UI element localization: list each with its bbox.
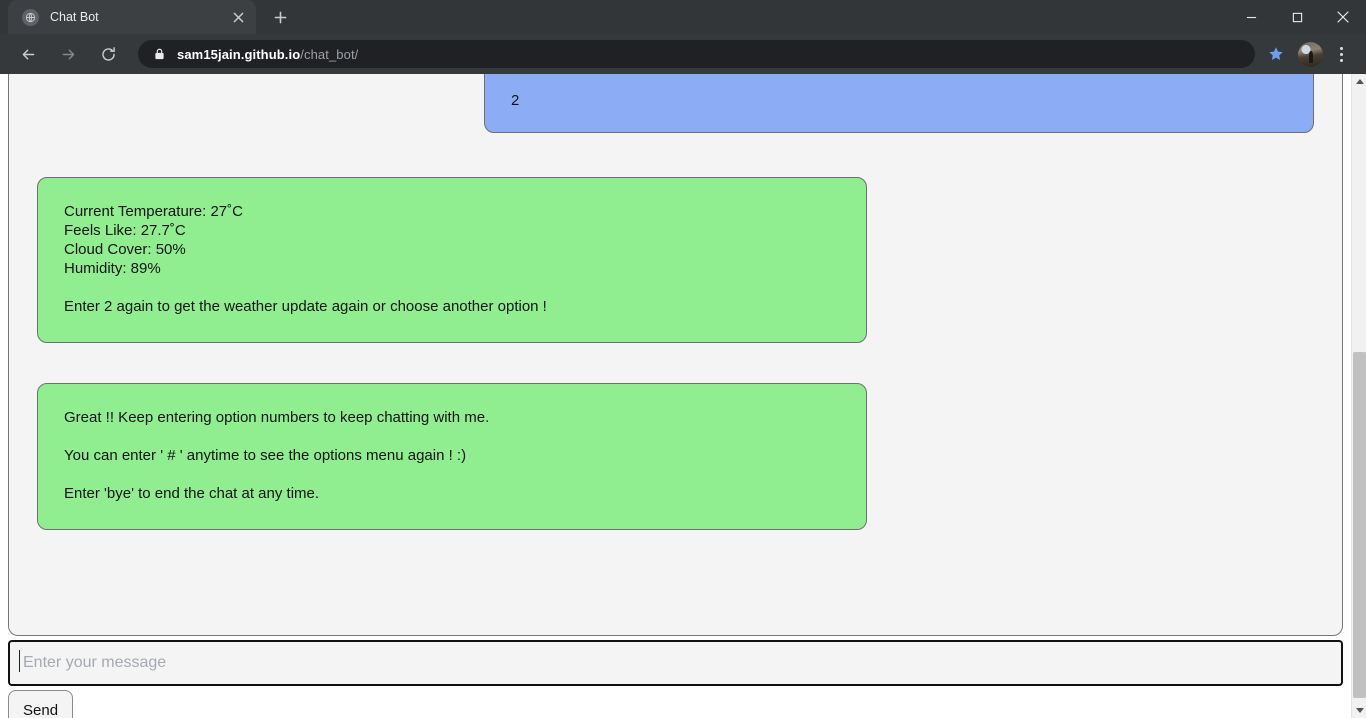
chat-container: 2 Current Temperature: 27˚C Feels Like: … [8,74,1343,636]
instruction-line-3: Enter 'bye' to end the chat at any time. [64,485,320,502]
message-input[interactable] [8,640,1343,686]
tab-strip: Chat Bot [0,0,1366,34]
close-window-icon[interactable] [1320,0,1366,34]
page-scrollbar[interactable] [1351,74,1366,718]
weather-followup: Enter 2 again to get the weather update … [64,298,547,315]
chat-message-user: 2 [484,74,1314,133]
tab-chat-bot[interactable]: Chat Bot [8,0,256,34]
page-viewport: 2 Current Temperature: 27˚C Feels Like: … [0,74,1366,718]
browser-toolbar: sam15jain.github.io/chat_bot/ [0,34,1366,74]
scroll-up-arrow-icon[interactable] [1352,74,1366,90]
reload-icon[interactable] [93,39,123,69]
send-button[interactable]: Send [8,690,74,718]
window-controls [1228,0,1366,34]
scrollbar-thumb[interactable] [1353,352,1366,698]
message-input-row [8,640,1343,686]
message-list: 2 Current Temperature: 27˚C Feels Like: … [9,74,1342,635]
url-domain: sam15jain.github.io [177,46,301,62]
three-dots-menu-icon[interactable] [1328,39,1354,69]
lock-icon [152,47,166,61]
instruction-line-2: You can enter ' # ' anytime to see the o… [64,447,467,464]
close-icon[interactable] [228,7,248,27]
url-text: sam15jain.github.io/chat_bot/ [177,47,358,62]
minimize-icon[interactable] [1228,0,1274,34]
arrow-right-icon[interactable] [53,39,83,69]
scroll-down-arrow-icon[interactable] [1352,702,1366,718]
instruction-line-1: Great !! Keep entering option numbers to… [64,409,490,426]
url-path: /chat_bot/ [300,46,359,62]
weather-readout: Current Temperature: 27˚C Feels Like: 27… [64,203,243,277]
maximize-restore-icon[interactable] [1274,0,1320,34]
arrow-left-icon[interactable] [13,39,43,69]
avatar[interactable] [1298,41,1323,67]
star-icon[interactable] [1263,41,1289,67]
chat-message-bot-instructions: Great !! Keep entering option numbers to… [37,383,867,530]
tab-title: Chat Bot [50,10,99,24]
browser-window: Chat Bot sam15jain.github.io/chat_bot/ 2… [0,0,1366,718]
new-tab-button[interactable] [266,3,294,31]
globe-icon [22,8,39,26]
text-caret [19,650,20,672]
chat-message-bot-weather: Current Temperature: 27˚C Feels Like: 27… [37,177,867,343]
message-text: 2 [511,92,520,109]
address-bar[interactable]: sam15jain.github.io/chat_bot/ [138,40,1255,68]
web-page: 2 Current Temperature: 27˚C Feels Like: … [0,74,1351,718]
